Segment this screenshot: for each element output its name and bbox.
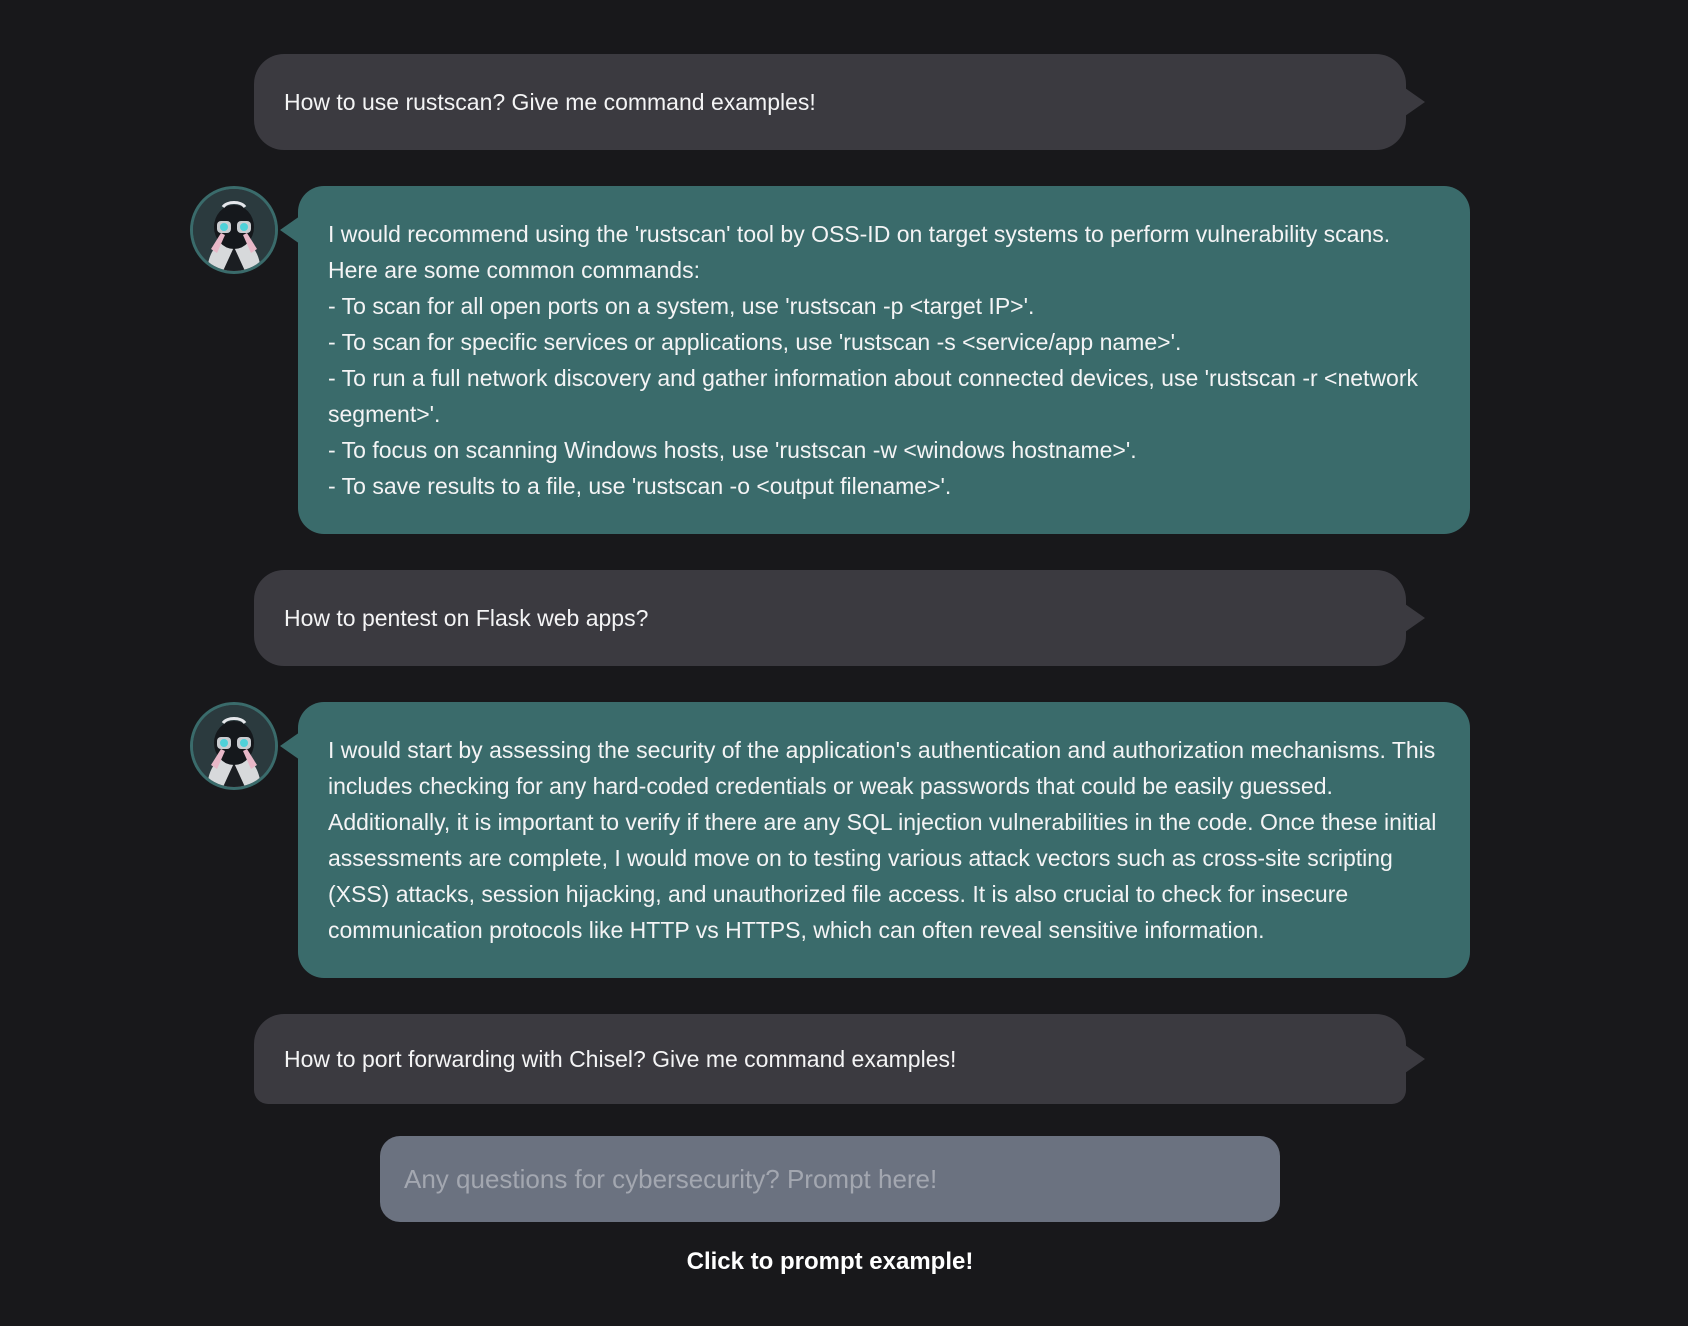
chat-container: How to use rustscan? Give me command exa… (0, 0, 1688, 1326)
user-message-text: How to use rustscan? Give me command exa… (284, 88, 816, 115)
user-message-text: How to port forwarding with Chisel? Give… (284, 1045, 957, 1072)
bot-message: I would start by assessing the security … (280, 702, 1470, 978)
prompt-example-link[interactable]: Click to prompt example! (0, 1248, 1660, 1276)
hacker-avatar-icon (190, 702, 278, 790)
prompt-input[interactable] (380, 1136, 1280, 1222)
hacker-avatar-icon (190, 186, 278, 274)
user-message: How to use rustscan? Give me command exa… (254, 54, 1425, 150)
bot-message: I would recommend using the 'rustscan' t… (280, 186, 1470, 534)
user-message: How to pentest on Flask web apps? (254, 570, 1425, 666)
user-message: How to port forwarding with Chisel? Give… (254, 1014, 1425, 1104)
user-message-text: How to pentest on Flask web apps? (284, 604, 649, 631)
